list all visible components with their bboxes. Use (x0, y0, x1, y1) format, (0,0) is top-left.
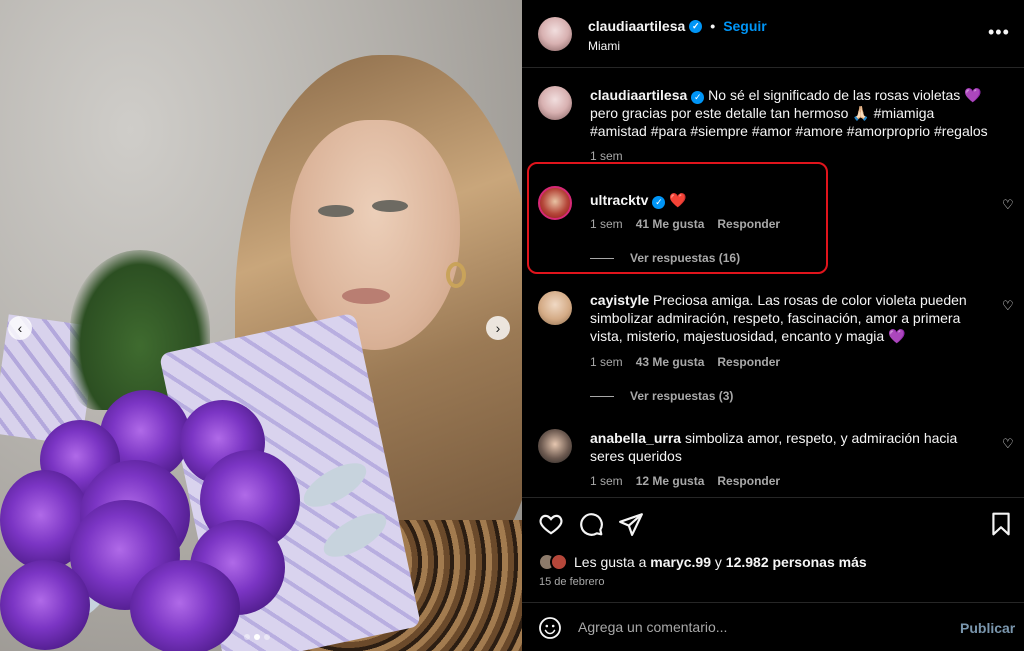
bookmark-icon[interactable] (988, 511, 1014, 537)
photo-eye-right (372, 200, 408, 212)
share-icon[interactable] (618, 511, 644, 537)
commenter-avatar[interactable] (538, 291, 572, 325)
comment-likes[interactable]: 41 Me gusta (636, 217, 705, 231)
verified-icon: ✓ (691, 91, 705, 104)
carousel-next-button[interactable]: › (486, 316, 510, 340)
photo-eye-left (318, 205, 354, 217)
comment-username[interactable]: claudiaartilesa (590, 87, 687, 103)
liker-avatar (550, 553, 568, 571)
comment-meta: 1 sem 12 Me gusta Responder (590, 474, 780, 488)
replies-line (590, 395, 614, 397)
replies-line (590, 257, 614, 259)
view-replies-label[interactable]: Ver respuestas (16) (630, 251, 740, 265)
likes-count[interactable]: 12.982 personas más (726, 554, 867, 570)
verified-icon: ✓ (689, 19, 703, 33)
comment-item: anabella_urra simboliza amor, respeto, y… (538, 429, 1014, 496)
comment-time[interactable]: 1 sem (590, 149, 623, 163)
view-replies-button[interactable]: Ver respuestas (3) (590, 389, 733, 403)
comment-username[interactable]: anabella_urra (590, 430, 681, 446)
post-date[interactable]: 15 de febrero (539, 576, 604, 588)
photo-lips (342, 288, 390, 304)
post-actions: Les gusta a maryc.99 y 12.982 personas m… (522, 497, 1024, 601)
author-avatar[interactable] (538, 86, 572, 120)
post-detail-panel: claudiaartilesa ✓ • Seguir Miami ••• cla… (522, 0, 1024, 651)
comment-text: ultracktv ✓ ❤️ (590, 191, 990, 209)
more-icon[interactable]: ••• (988, 22, 1010, 43)
comment-input[interactable] (578, 617, 938, 637)
comment-meta: 1 sem 43 Me gusta Responder (590, 355, 780, 369)
comment-meta: 1 sem 41 Me gusta Responder (590, 217, 780, 231)
comment-text: anabella_urra simboliza amor, respeto, y… (590, 429, 990, 465)
caption-comment: claudiaartilesa ✓ No sé el significado de… (538, 86, 1008, 166)
post-photo: ‹ › (0, 0, 522, 651)
comment-time[interactable]: 1 sem (590, 355, 623, 369)
commenter-avatar[interactable] (538, 186, 572, 220)
comment-item: cayistyle Preciosa amiga. Las rosas de c… (538, 291, 1014, 411)
photo-rose (130, 560, 240, 651)
comment-body: ❤️ (665, 192, 687, 208)
view-replies-label[interactable]: Ver respuestas (3) (630, 389, 733, 403)
carousel-dot-active (254, 634, 260, 640)
author-username[interactable]: claudiaartilesa (588, 18, 685, 34)
comment-text: claudiaartilesa ✓ No sé el significado de… (590, 86, 990, 140)
photo-face (290, 120, 460, 350)
emoji-icon[interactable] (538, 616, 562, 640)
carousel-dot (264, 634, 270, 640)
view-replies-button[interactable]: Ver respuestas (16) (590, 251, 740, 265)
separator-dot: • (710, 18, 716, 34)
carousel-indicator (244, 634, 270, 640)
author-row: claudiaartilesa ✓ • Seguir (588, 18, 767, 34)
likes-middle: y (711, 554, 726, 570)
comment-item: ultracktv ✓ ❤️ 1 sem 41 Me gusta Responde… (538, 186, 1014, 266)
comment-time[interactable]: 1 sem (590, 217, 623, 231)
comment-heart-icon[interactable]: ♡ (1002, 197, 1014, 213)
comments-list[interactable]: claudiaartilesa ✓ No sé el significado de… (522, 69, 1024, 496)
commenter-avatar[interactable] (538, 429, 572, 463)
reply-button[interactable]: Responder (717, 355, 780, 369)
comment-username[interactable]: cayistyle (590, 292, 649, 308)
photo-earring (446, 262, 466, 288)
carousel-prev-button[interactable]: ‹ (8, 316, 32, 340)
post-location[interactable]: Miami (588, 39, 620, 53)
comment-likes[interactable]: 12 Me gusta (636, 474, 705, 488)
publish-button[interactable]: Publicar (960, 620, 1015, 636)
verified-icon: ✓ (652, 196, 666, 209)
add-comment-bar: Publicar (522, 602, 1024, 651)
comment-meta: 1 sem (590, 149, 623, 163)
liker-avatars (538, 553, 568, 571)
comment-username[interactable]: ultracktv (590, 192, 648, 208)
comment-text: cayistyle Preciosa amiga. Las rosas de c… (590, 291, 990, 345)
photo-rose (0, 560, 90, 650)
post-header: claudiaartilesa ✓ • Seguir Miami ••• (522, 0, 1024, 68)
comment-time[interactable]: 1 sem (590, 474, 623, 488)
comment-heart-icon[interactable]: ♡ (1002, 436, 1014, 452)
reply-button[interactable]: Responder (717, 217, 780, 231)
likes-prefix: Les gusta a (574, 554, 651, 570)
comment-heart-icon[interactable]: ♡ (1002, 298, 1014, 314)
reply-button[interactable]: Responder (717, 474, 780, 488)
heart-icon[interactable] (538, 511, 564, 537)
follow-button[interactable]: Seguir (723, 18, 767, 34)
likes-summary[interactable]: Les gusta a maryc.99 y 12.982 personas m… (538, 553, 867, 571)
comment-icon[interactable] (578, 511, 604, 537)
author-avatar[interactable] (538, 17, 572, 51)
likes-user[interactable]: maryc.99 (650, 554, 711, 570)
likes-text: Les gusta a maryc.99 y 12.982 personas m… (574, 554, 867, 570)
comment-likes[interactable]: 43 Me gusta (636, 355, 705, 369)
carousel-dot (244, 634, 250, 640)
